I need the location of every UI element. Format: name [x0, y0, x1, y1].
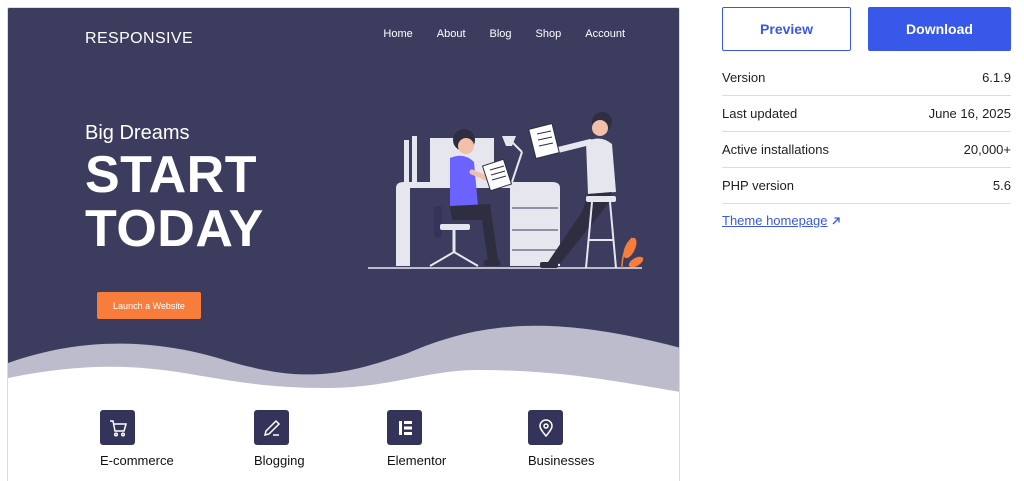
feature-businesses: Businesses	[528, 410, 594, 468]
elementor-icon	[387, 410, 422, 445]
meta-row-active-installations: Active installations 20,000+	[722, 132, 1011, 168]
external-arrow-icon	[832, 216, 840, 224]
meta-row-php-version: PHP version 5.6	[722, 168, 1011, 204]
download-button[interactable]: Download	[868, 7, 1011, 51]
theme-meta-list: Version 6.1.9 Last updated June 16, 2025…	[722, 60, 1011, 204]
meta-row-last-updated: Last updated June 16, 2025	[722, 96, 1011, 132]
nav-item-about: About	[436, 28, 466, 40]
hero-title-line-2: TODAY	[85, 200, 264, 258]
theme-homepage-link[interactable]: Theme homepage	[722, 213, 841, 228]
feature-label: Blogging	[254, 453, 305, 468]
site-brand: RESPONSIVE	[85, 30, 194, 47]
feature-label: Businesses	[528, 453, 595, 468]
cart-icon	[100, 410, 135, 445]
hero-title: START TODAY	[85, 148, 345, 256]
nav-item-blog: Blog	[489, 28, 512, 40]
meta-value: June 16, 2025	[928, 106, 1011, 121]
theme-homepage-label: Theme homepage	[722, 213, 828, 228]
meta-label: Last updated	[722, 106, 798, 121]
preview-button[interactable]: Preview	[722, 7, 851, 51]
hero-title-line-1: START	[85, 146, 257, 204]
meta-value: 20,000+	[963, 142, 1011, 157]
meta-label: Version	[722, 70, 766, 85]
hero-wave-divider	[8, 325, 679, 398]
meta-row-version: Version 6.1.9	[722, 60, 1011, 96]
nav-item-account: Account	[585, 28, 625, 40]
meta-value: 6.1.9	[982, 70, 1011, 85]
feature-label: Elementor	[387, 453, 447, 468]
theme-screenshot: RESPONSIVE Home About Blog Shop Account …	[7, 7, 680, 481]
office-illustration	[368, 112, 644, 269]
meta-label: Active installations	[722, 142, 829, 157]
meta-value: 5.6	[992, 178, 1011, 193]
hero-section: RESPONSIVE Home About Blog Shop Account …	[8, 8, 679, 398]
location-pin-icon	[528, 410, 563, 445]
feature-label: E-commerce	[100, 453, 174, 468]
meta-label: PHP version	[722, 178, 795, 193]
feature-elementor: Elementor	[387, 410, 446, 468]
hero-subtitle: Big Dreams	[85, 122, 190, 144]
feature-blogging: Blogging	[254, 410, 305, 468]
pencil-icon	[254, 410, 289, 445]
feature-list: E-commerce Blogging Elementor Businesses	[8, 410, 679, 481]
nav-item-shop: Shop	[535, 28, 562, 40]
nav-item-home: Home	[383, 28, 413, 40]
site-nav: Home About Blog Shop Account	[371, 28, 637, 40]
feature-ecommerce: E-commerce	[100, 410, 174, 468]
